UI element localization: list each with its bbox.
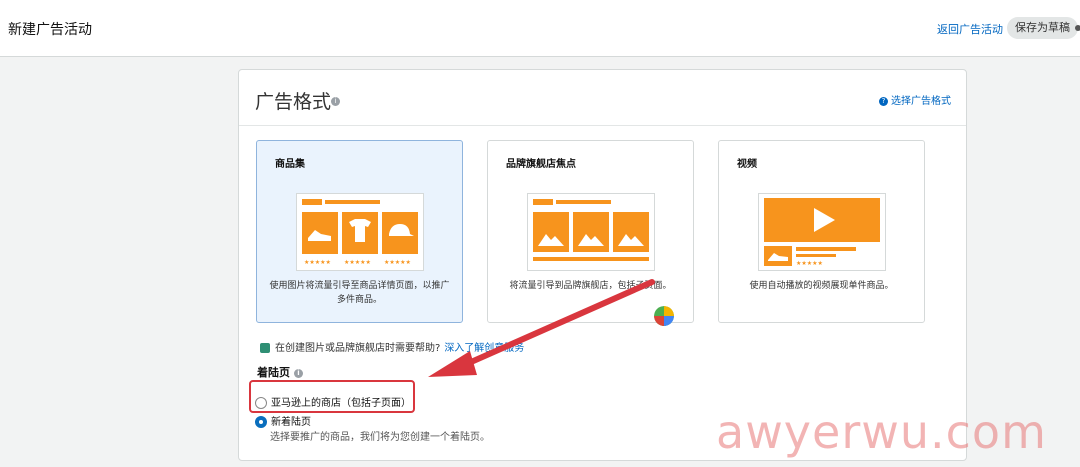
watermark-text: awyerwu.com — [716, 405, 1047, 459]
annotation-arrow — [428, 279, 655, 377]
